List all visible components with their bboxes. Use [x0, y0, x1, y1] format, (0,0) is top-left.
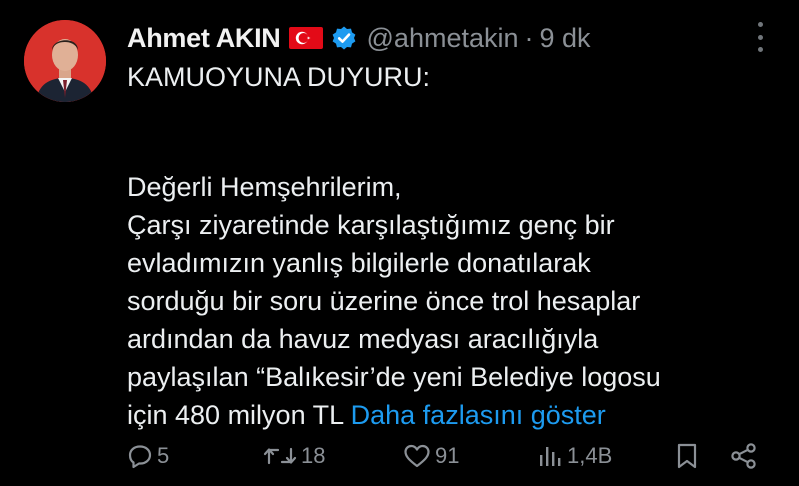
repost-count: 18 [301, 443, 326, 468]
post-heading: KAMUOYUNA DUYURU: [127, 62, 431, 92]
share-icon [729, 442, 759, 470]
tweet: Ahmet AKIN @ahmetakin · 9 dk KAMUOYUNA D… [0, 0, 799, 486]
post-line: sorduğu bir soru üzerine önce trol hesap… [127, 286, 641, 316]
bookmark-button[interactable] [675, 440, 699, 472]
reply-icon [127, 443, 153, 469]
share-button[interactable] [729, 440, 759, 472]
post-line: ardından da havuz medyası aracılığıyla [127, 324, 599, 354]
more-options-icon[interactable] [750, 22, 770, 52]
turkey-flag-icon [288, 27, 323, 49]
tweet-header: Ahmet AKIN @ahmetakin · 9 dk [127, 20, 591, 56]
repost-button[interactable]: 18 [263, 440, 325, 472]
avatar-photo [24, 20, 106, 102]
author-handle[interactable]: @ahmetakin [367, 23, 519, 54]
avatar[interactable] [24, 20, 106, 102]
like-count: 91 [435, 443, 460, 468]
post-line: Çarşı ziyaretinde karşılaştığımız genç b… [127, 210, 615, 240]
bookmark-icon [675, 442, 699, 470]
post-line: Değerli Hemşehrilerim, [127, 172, 402, 202]
repost-icon [263, 443, 297, 469]
post-line-last: için 480 milyon TL Daha fazlasını göster [127, 396, 767, 434]
views-button[interactable]: 1,4B [537, 440, 612, 472]
post-text: KAMUOYUNA DUYURU: Değerli Hemşehrilerim,… [127, 58, 767, 434]
reply-count: 5 [157, 443, 170, 468]
heart-icon [403, 443, 431, 469]
post-line: evladımızın yanlış bilgilerle donatılara… [127, 248, 591, 278]
separator-dot: · [524, 22, 534, 53]
post-line: paylaşılan “Balıkesir’de yeni Belediye l… [127, 362, 661, 392]
show-more-link[interactable]: Daha fazlasını göster [351, 400, 606, 430]
reply-button[interactable]: 5 [127, 440, 169, 472]
views-count: 1,4B [567, 443, 613, 468]
like-button[interactable]: 91 [403, 440, 459, 472]
post-line: için 480 milyon TL [127, 400, 344, 430]
author-name[interactable]: Ahmet AKIN [127, 23, 281, 54]
action-bar: 5 18 91 1,4B [127, 440, 767, 472]
views-chart-icon [537, 443, 563, 469]
verified-badge-icon [331, 25, 357, 51]
post-timestamp[interactable]: 9 dk [540, 23, 591, 54]
